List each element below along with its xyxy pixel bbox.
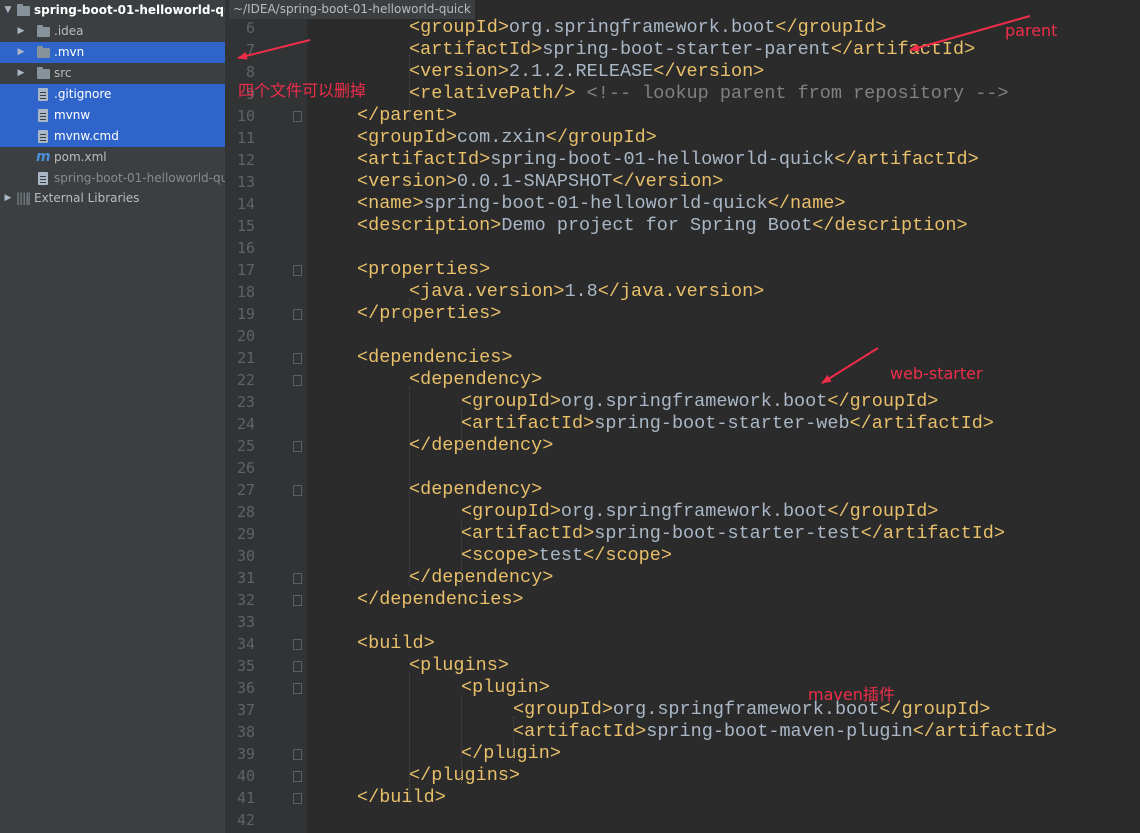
arrow-to-web-starter: [821, 347, 879, 384]
annotation-maven-plugin: maven插件: [808, 685, 895, 704]
annotation-parent: parent: [1005, 21, 1058, 40]
annotation-arrows: [237, 15, 1031, 384]
annotation-delete-files: 四个文件可以删掉: [238, 81, 367, 100]
annotation-web-starter: web-starter: [890, 364, 983, 383]
arrow-to-deletable-files: [237, 39, 311, 60]
